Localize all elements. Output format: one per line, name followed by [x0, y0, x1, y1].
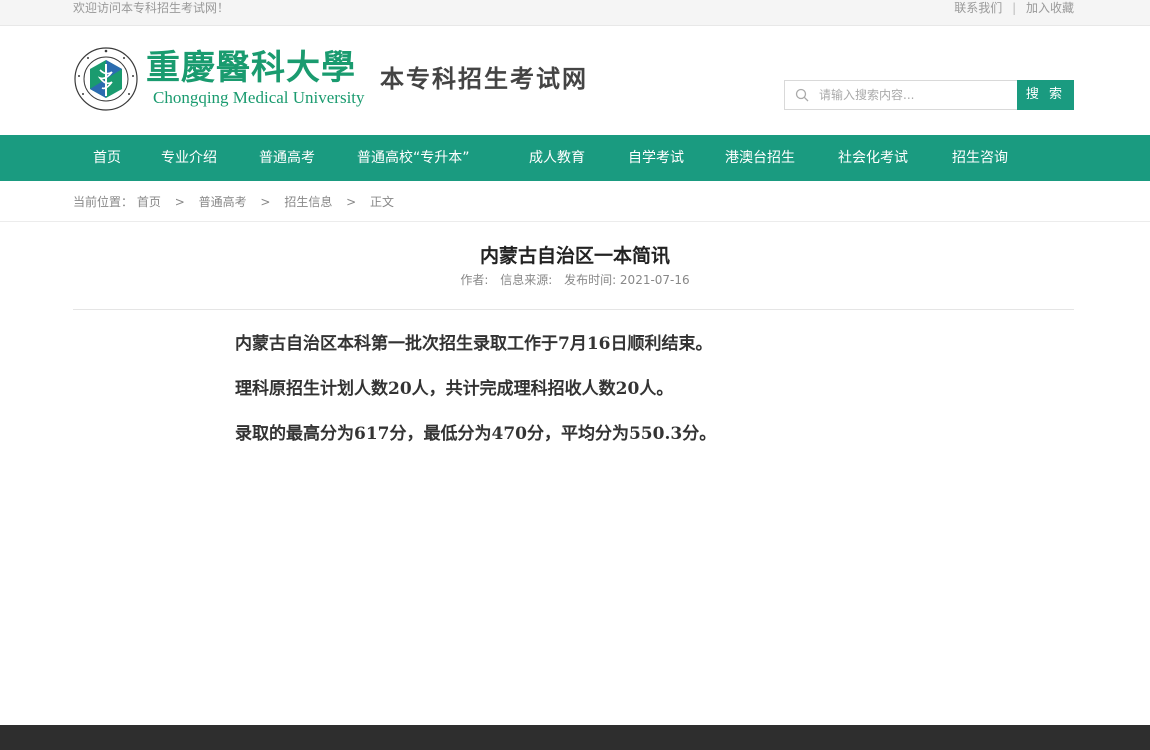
search-button[interactable]: 搜 索	[1017, 80, 1074, 110]
search-input[interactable]	[819, 85, 1009, 105]
university-emblem-icon[interactable]	[73, 46, 139, 112]
main-nav: 首页 专业介绍 普通高考 普通高校“专升本” 成人教育 自学考试 港澳台招生 社…	[0, 135, 1150, 181]
university-name-cn[interactable]: 重慶醫科大學	[146, 48, 356, 88]
welcome-text: 欢迎访问本专科招生考试网！	[73, 1, 230, 15]
nav-item-majors[interactable]: 专业介绍	[161, 135, 217, 181]
nav-item-home[interactable]: 首页	[93, 135, 121, 181]
breadcrumb-item-home[interactable]: 首页	[137, 195, 161, 209]
site-header: 重慶醫科大學 Chongqing Medical University 本专科招…	[0, 26, 1150, 135]
add-bookmark-link[interactable]: 加入收藏	[1026, 1, 1074, 15]
nav-item-consultation[interactable]: 招生咨询	[952, 135, 1008, 181]
nav-item-social-exams[interactable]: 社会化考试	[838, 135, 908, 181]
top-bar: 欢迎访问本专科招生考试网！ 联系我们 | 加入收藏	[0, 0, 1150, 26]
article-paragraph: 理科原招生计划人数20人，共计完成理科招收人数20人。	[235, 379, 674, 399]
top-links: 联系我们 | 加入收藏	[954, 0, 1074, 16]
nav-item-adult-education[interactable]: 成人教育	[529, 135, 585, 181]
nav-item-upgrade[interactable]: 普通高校“专升本”	[357, 135, 470, 181]
nav-item-gaokao[interactable]: 普通高考	[259, 135, 315, 181]
article-paragraph: 内蒙古自治区本科第一批次招生录取工作于7月16日顺利结束。	[235, 334, 713, 354]
nav-item-hk-macau-taiwan[interactable]: 港澳台招生	[725, 135, 795, 181]
article-divider	[73, 309, 1074, 310]
article-title: 内蒙古自治区一本简讯	[479, 245, 670, 267]
breadcrumb-bar: 当前位置： 首页 > 普通高考 > 招生信息 > 正文	[0, 181, 1150, 222]
breadcrumb-prefix: 当前位置：	[73, 195, 134, 209]
search-bar: 搜 索	[784, 80, 1074, 110]
search-icon	[795, 88, 809, 102]
article-paragraph: 录取的最高分为617分，最低分为470分，平均分为550.3分。	[235, 424, 717, 444]
top-link-separator: |	[1012, 1, 1017, 15]
article-body: 内蒙古自治区本科第一批次招生录取工作于7月16日顺利结束。 理科原招生计划人数2…	[235, 331, 1035, 466]
breadcrumb: 当前位置： 首页 > 普通高考 > 招生信息 > 正文	[73, 194, 394, 210]
university-name-en[interactable]: Chongqing Medical University	[153, 88, 365, 108]
breadcrumb-arrow: >	[260, 195, 271, 209]
contact-us-link[interactable]: 联系我们	[954, 1, 1002, 15]
breadcrumb-item-gaokao[interactable]: 普通高考	[199, 195, 247, 209]
breadcrumb-arrow: >	[174, 195, 185, 209]
article-meta: 作者: 信息来源: 发布时间: 2021-07-16	[0, 272, 1150, 288]
article-author: 作者:	[460, 273, 489, 287]
breadcrumb-item-admission-info[interactable]: 招生信息	[284, 195, 332, 209]
site-footer	[0, 725, 1150, 750]
article-date: 发布时间: 2021-07-16	[564, 273, 690, 287]
nav-item-self-study-exam[interactable]: 自学考试	[628, 135, 684, 181]
breadcrumb-item-current: 正文	[370, 195, 395, 209]
search-box	[784, 80, 1018, 110]
article-source: 信息来源:	[500, 273, 553, 287]
breadcrumb-arrow: >	[346, 195, 357, 209]
site-name[interactable]: 本专科招生考试网	[380, 63, 588, 95]
